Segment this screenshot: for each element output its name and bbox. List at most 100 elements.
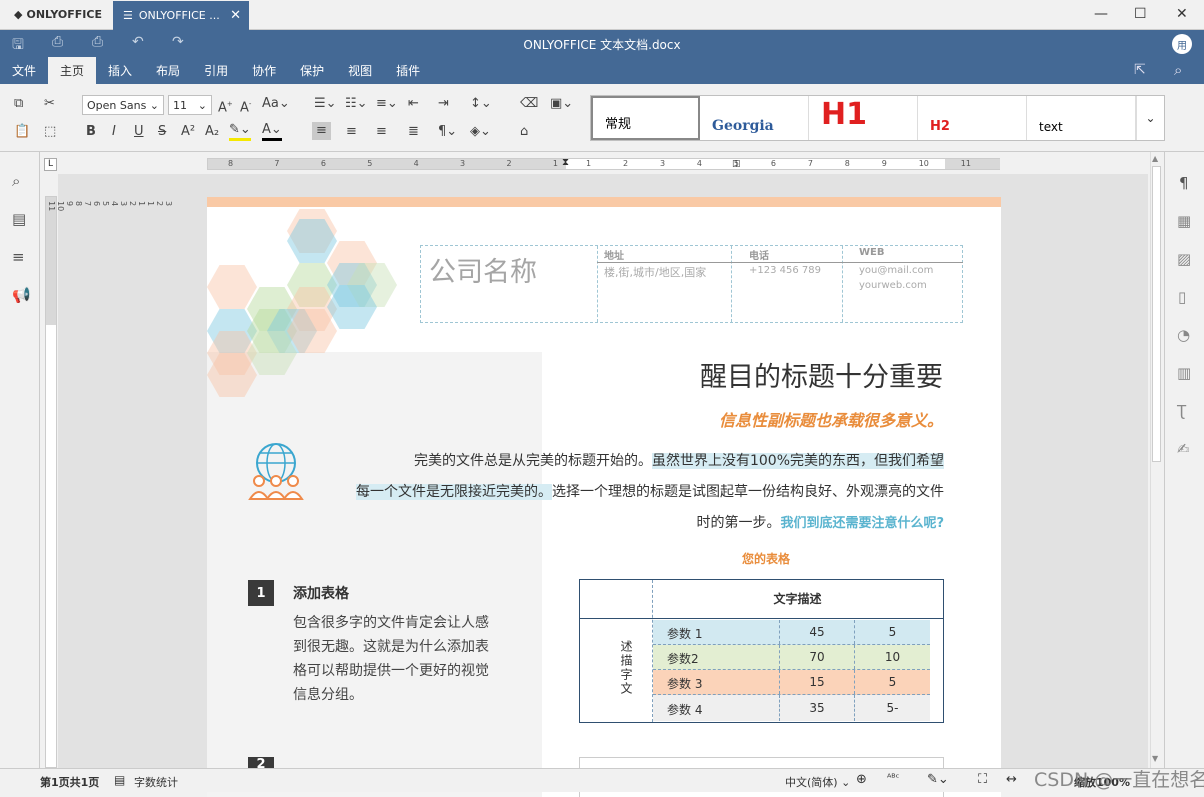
minimize-button[interactable]: —	[1094, 6, 1108, 22]
menu-layout[interactable]: 布局	[144, 57, 192, 84]
decrease-indent-icon[interactable]: ⇤	[408, 96, 419, 112]
subscript-icon[interactable]: A₂	[205, 124, 219, 140]
maximize-button[interactable]: ☐	[1134, 6, 1147, 22]
paste-icon[interactable]: 📋	[14, 124, 30, 140]
style-text[interactable]: text	[1027, 96, 1136, 140]
style-normal[interactable]: 常规	[591, 96, 700, 140]
vertical-scrollbar[interactable]: ▲ ▼	[1150, 152, 1162, 768]
text-art-settings-icon[interactable]: Ʈ	[1177, 402, 1186, 420]
language-value: 中文(简体)	[785, 776, 838, 789]
fit-page-icon[interactable]: ⛶	[978, 772, 987, 787]
navigation-icon[interactable]: ≡	[12, 248, 25, 266]
table-side-label: 述描字文	[619, 640, 633, 696]
select-all-icon[interactable]: ⬚	[44, 124, 56, 140]
fit-width-icon[interactable]: ↔	[1006, 772, 1017, 787]
scroll-up-icon[interactable]: ▲	[1152, 154, 1158, 163]
page-indicator[interactable]: 第1页共1页	[40, 774, 99, 790]
close-window-button[interactable]: ✕	[1176, 6, 1188, 22]
cut-icon[interactable]: ✂	[44, 96, 55, 112]
document-title-heading: 醒目的标题十分重要	[700, 362, 943, 393]
copy-style-icon[interactable]: ⌂	[520, 124, 528, 140]
font-size-select[interactable]: 11 ⌄	[168, 95, 212, 115]
feedback-icon[interactable]: 📢	[12, 286, 31, 304]
document-tab-label: ONLYOFFICE ...	[138, 9, 220, 22]
section-title: 添加表格	[293, 586, 349, 602]
style-georgia[interactable]: Georgia	[700, 96, 809, 140]
menu-home[interactable]: 主页	[48, 57, 97, 84]
search-icon[interactable]: ⌕	[12, 172, 20, 190]
table-header-cell: 文字描述	[773, 592, 822, 606]
font-name-select[interactable]: Open Sans ⌄	[82, 95, 164, 115]
superscript-icon[interactable]: A²	[181, 124, 195, 140]
menu-references[interactable]: 引用	[192, 57, 240, 84]
menu-insert[interactable]: 插入	[96, 57, 144, 84]
chart-settings-icon[interactable]: ▥	[1177, 364, 1191, 382]
shading-icon[interactable]: ◈⌄	[470, 124, 491, 140]
paragraph-settings-icon[interactable]: ¶	[1179, 174, 1189, 192]
bullet-list-icon[interactable]: ☰⌄	[314, 96, 337, 112]
style-h2[interactable]: H2	[918, 96, 1027, 140]
header-footer-settings-icon[interactable]: ▯	[1178, 288, 1186, 306]
table-settings-icon[interactable]: ▦	[1177, 212, 1191, 230]
track-changes-icon[interactable]: ✎⌄	[927, 772, 949, 787]
highlight-color-icon[interactable]: ✎⌄	[229, 122, 251, 141]
scrollbar-thumb[interactable]	[1152, 166, 1161, 462]
font-color-icon[interactable]: A⌄	[262, 122, 282, 141]
comments-icon[interactable]: ▤	[12, 210, 26, 228]
styles-expand-button[interactable]: ⌄	[1136, 96, 1164, 140]
document-tab[interactable]: ☰ ONLYOFFICE ... ✕	[113, 1, 249, 30]
line-spacing-icon[interactable]: ↕⌄	[470, 96, 492, 112]
increase-indent-icon[interactable]: ⇥	[438, 96, 449, 112]
ruler-numbers-left: 87654321	[228, 159, 558, 168]
intro-text-1: 完美的文件总是从完美的标题开始的。	[413, 453, 652, 469]
close-tab-icon[interactable]: ✕	[230, 8, 241, 23]
user-avatar[interactable]: 用	[1172, 34, 1192, 54]
numbered-list-icon[interactable]: ☷⌄	[345, 96, 368, 112]
multilevel-list-icon[interactable]: ≡⌄	[376, 96, 398, 112]
menu-collaboration[interactable]: 协作	[240, 57, 288, 84]
open-file-location-icon[interactable]: ⇱	[1134, 62, 1146, 78]
align-left-icon[interactable]: ≡	[312, 122, 331, 140]
menu-plugins[interactable]: 插件	[384, 57, 432, 84]
nonprinting-characters-icon[interactable]: ¶⌄	[438, 124, 457, 140]
bold-icon[interactable]: B	[86, 124, 96, 140]
word-count-button[interactable]: 字数统计	[134, 774, 178, 790]
right-indent-marker-icon[interactable]: ◫	[732, 159, 741, 169]
align-right-icon[interactable]: ≡	[376, 124, 387, 140]
app-logo: ◆ ONLYOFFICE	[14, 8, 102, 21]
menu-file[interactable]: 文件	[0, 57, 48, 84]
globe-people-icon	[247, 441, 309, 501]
clear-style-icon[interactable]: ⌫	[520, 96, 538, 112]
menu-view[interactable]: 视图	[336, 57, 384, 84]
align-center-icon[interactable]: ≡	[346, 124, 357, 140]
scroll-down-icon[interactable]: ▼	[1152, 754, 1158, 763]
font-name-value: Open Sans	[87, 98, 147, 112]
italic-icon[interactable]: I	[112, 124, 116, 140]
underline-icon[interactable]: U	[134, 124, 144, 140]
horizontal-ruler[interactable]: 87654321 1 2 3 4 5 6 7 8 9 10 11 ⧗ ◫	[207, 157, 1000, 170]
strikethrough-icon[interactable]: S	[158, 124, 166, 140]
color-scheme-icon[interactable]: ▣⌄	[550, 96, 573, 112]
chevron-down-icon: ⌄	[1145, 111, 1156, 125]
language-select[interactable]: 中文(简体) ⌄	[785, 774, 850, 790]
indent-marker-icon[interactable]: ⧗	[562, 157, 569, 168]
tab-stop-selector[interactable]: L	[44, 158, 57, 171]
menu-protection[interactable]: 保护	[288, 57, 336, 84]
image-settings-icon[interactable]: ▨	[1177, 250, 1191, 268]
data-table[interactable]: 文字描述 述描字文 参数 1 45 5 参数2 70 10 参数 3 15 5 …	[579, 579, 944, 723]
increase-font-icon[interactable]: A+	[218, 96, 233, 116]
change-case-icon[interactable]: Aa⌄	[262, 96, 290, 112]
vertical-ruler[interactable]: 3 2 1 1 2 3 4 5 6 7 8 9 10 11	[45, 196, 173, 768]
style-h1[interactable]: H1	[809, 96, 918, 140]
shape-settings-icon[interactable]: ◔	[1177, 326, 1190, 344]
signature-settings-icon[interactable]: ✍	[1177, 440, 1190, 458]
justify-icon[interactable]: ≣	[408, 124, 419, 140]
decrease-font-icon[interactable]: A-	[240, 96, 251, 116]
search-icon[interactable]: ⌕	[1174, 61, 1182, 79]
copy-icon[interactable]: ⧉	[14, 96, 23, 112]
document-language-icon[interactable]: ⊕	[856, 772, 867, 787]
ruler-numbers-right: 1 2 3 4 5 6 7 8 9 10 11	[586, 159, 971, 168]
spell-check-icon[interactable]: ᴬᴮᶜ	[887, 773, 899, 784]
document-page[interactable]: 公司名称 地址 楼,街,城市/地区,国家 电话 +123 456 789 WEB…	[207, 197, 1001, 797]
address-label: 地址	[604, 251, 624, 262]
